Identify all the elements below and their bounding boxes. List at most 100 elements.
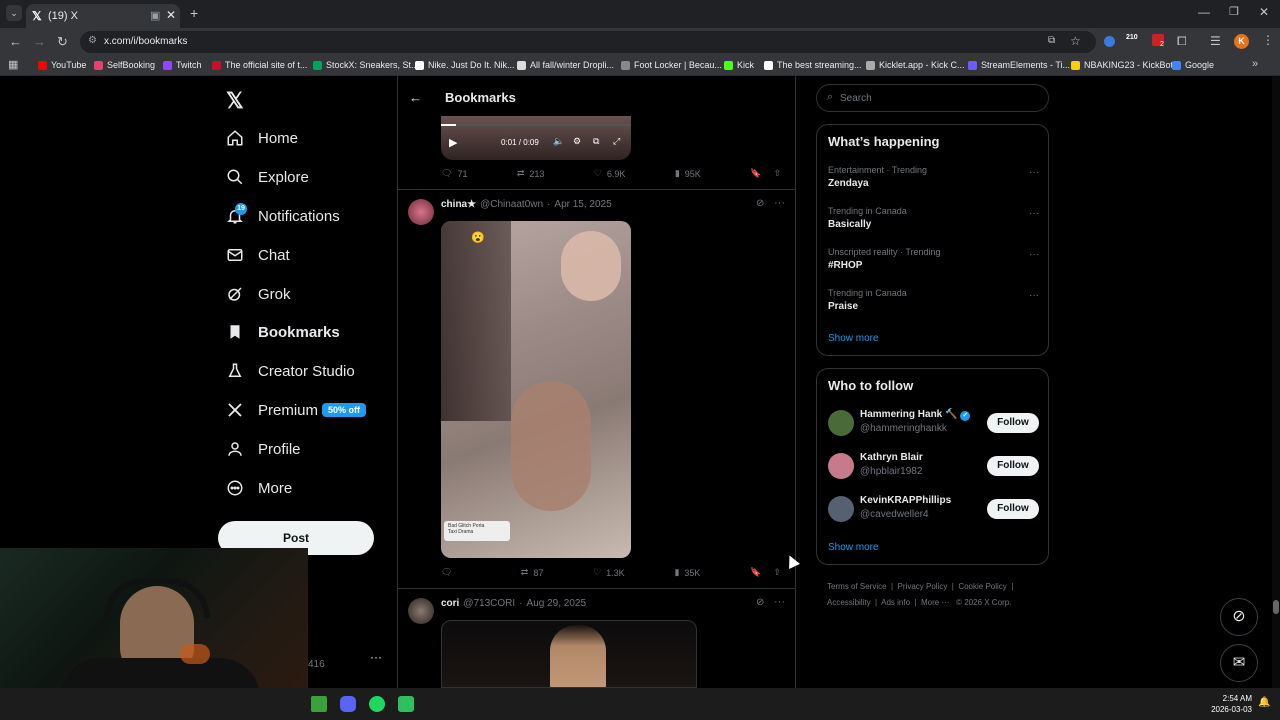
discord-icon[interactable] <box>340 696 356 712</box>
extensions-puzzle-icon[interactable]: ⧠ <box>1177 34 1187 49</box>
share-icon[interactable]: ⇧ <box>773 567 781 578</box>
fullscreen-icon[interactable]: ⤢ <box>613 136 620 147</box>
trend-item[interactable]: Entertainment · Trending Zendaya ··· <box>828 165 1039 189</box>
extension-badge[interactable]: 210 <box>1126 34 1138 41</box>
repost-button[interactable]: ⇄ 87 <box>521 567 544 578</box>
like-button[interactable]: ♡ 1.3K <box>593 567 625 578</box>
browser-tab[interactable]: 𝕏 (19) X ▣ ✕ <box>26 4 180 28</box>
repost-button[interactable]: ⇄ 213 <box>517 168 545 179</box>
trend-more-icon[interactable]: ··· <box>1029 290 1039 301</box>
avatar[interactable] <box>828 496 854 522</box>
footer-terms[interactable]: Terms of Service <box>827 582 887 591</box>
clock-time[interactable]: 2:54 AM <box>1212 694 1252 703</box>
window-close-icon[interactable]: ✕ <box>1259 5 1269 19</box>
play-icon[interactable]: ▶ <box>449 136 457 149</box>
follow-button[interactable]: Follow <box>987 499 1039 519</box>
trend-item[interactable]: Trending in Canada Praise ··· <box>828 288 1039 312</box>
reply-button[interactable]: 🗨 <box>441 567 471 578</box>
tweet-date[interactable]: Aug 29, 2025 <box>527 598 587 609</box>
suggestion-name[interactable]: KevinKRAPPhillips <box>860 495 951 506</box>
sidebar-item-explore[interactable]: Explore <box>226 164 309 190</box>
bookmark-item[interactable]: StreamElements - Ti... <box>968 60 1070 70</box>
more-icon[interactable]: ··· <box>774 596 785 608</box>
tweet-image[interactable]: 😮 Bad Glitch Porta Taxi Drama <box>441 221 631 558</box>
follow-suggestion[interactable]: Kathryn Blair @hpblair1982 Follow <box>828 452 1039 482</box>
minimize-icon[interactable]: — <box>1198 5 1210 19</box>
new-tab-icon[interactable]: + <box>190 5 198 21</box>
sidebar-item-bookmarks[interactable]: Bookmarks <box>226 319 340 345</box>
follow-button[interactable]: Follow <box>987 413 1039 433</box>
notification-bell-icon[interactable]: 🔔 <box>1258 697 1270 708</box>
bookmark-item[interactable]: Kick <box>724 60 754 70</box>
tab-close-icon[interactable]: ✕ <box>166 8 176 22</box>
pip-icon[interactable]: ⧉ <box>593 136 599 147</box>
apps-grid-icon[interactable]: ▦ <box>8 58 18 71</box>
views-button[interactable]: ▮ 95K <box>675 168 701 179</box>
trend-more-icon[interactable]: ··· <box>1029 167 1039 178</box>
reading-list-icon[interactable]: ☰ <box>1210 34 1221 48</box>
avatar[interactable] <box>828 453 854 479</box>
footer-more[interactable]: More ··· <box>921 598 949 607</box>
sidebar-item-profile[interactable]: Profile <box>226 436 301 462</box>
suggestion-name[interactable]: Hammering Hank 🔨 ✓ <box>860 409 971 421</box>
bookmark-item[interactable]: Nike. Just Do It. Nik... <box>415 60 515 70</box>
bookmark-item[interactable]: NBAKING23 - KickBot <box>1071 60 1173 70</box>
bookmark-item[interactable]: Twitch <box>163 60 202 70</box>
trend-more-icon[interactable]: ··· <box>1029 249 1039 260</box>
scrollbar[interactable] <box>1272 76 1280 688</box>
bookmark-item[interactable]: YouTube <box>38 60 86 70</box>
tweet-date[interactable]: Apr 15, 2025 <box>554 199 611 210</box>
bookmark-item[interactable]: Google <box>1172 60 1214 70</box>
profile-avatar[interactable]: K <box>1234 34 1249 49</box>
video-progress-bar[interactable] <box>441 124 631 126</box>
sidebar-item-creator-studio[interactable]: Creator Studio <box>226 358 355 384</box>
suggestion-name[interactable]: Kathryn Blair <box>860 452 923 463</box>
bookmark-item[interactable]: All fall/winter Dropli... <box>517 60 614 70</box>
back-arrow-icon[interactable]: ← <box>409 90 422 105</box>
footer-cookie[interactable]: Cookie Policy <box>958 582 1006 591</box>
avatar[interactable] <box>408 598 434 624</box>
bookmark-filled-icon[interactable]: 🔖 <box>750 567 761 578</box>
author-name[interactable]: china★ <box>441 199 476 210</box>
bookmark-filled-icon[interactable]: 🔖 <box>750 168 761 179</box>
bookmark-item[interactable]: The official site of t... <box>212 60 307 70</box>
sidebar-item-home[interactable]: Home <box>226 125 298 151</box>
cast-icon[interactable]: ⧉ <box>1048 35 1055 46</box>
bookmark-item[interactable]: StockX: Sneakers, St... <box>313 60 419 70</box>
site-info-icon[interactable]: ⚙ <box>88 35 97 46</box>
account-more-icon[interactable]: ··· <box>370 650 382 664</box>
volume-icon[interactable]: 🔈 <box>553 136 564 147</box>
bookmark-item[interactable]: The best streaming... <box>764 60 862 70</box>
address-bar[interactable]: ⚙ x.com/i/bookmarks ⧉ ☆ <box>80 31 1096 53</box>
spotify-icon[interactable] <box>369 696 385 712</box>
views-button[interactable]: ▮ 35K <box>674 567 700 578</box>
follow-button[interactable]: Follow <box>987 456 1039 476</box>
grok-icon[interactable]: ⊘ <box>756 198 764 209</box>
share-icon[interactable]: ⇧ <box>773 168 781 179</box>
author-handle[interactable]: @713CORI <box>463 598 515 609</box>
grok-fab-icon[interactable]: ⊘ <box>1220 598 1258 636</box>
sidebar-item-grok[interactable]: Grok <box>226 281 291 307</box>
chrome-menu-icon[interactable]: ⋮ <box>1262 33 1274 47</box>
footer-accessibility[interactable]: Accessibility <box>827 598 871 607</box>
grok-icon[interactable]: ⊘ <box>756 597 764 608</box>
trend-item[interactable]: Trending in Canada Basically ··· <box>828 206 1039 230</box>
avatar[interactable] <box>408 199 434 225</box>
scrollbar-thumb[interactable] <box>1273 600 1279 614</box>
messages-fab-icon[interactable]: ✉ <box>1220 644 1258 682</box>
tab-media-icon[interactable]: ▣ <box>150 9 160 22</box>
trends-show-more[interactable]: Show more <box>828 333 879 344</box>
tab-search-button[interactable]: ⌄ <box>6 5 22 21</box>
bookmark-item[interactable]: Foot Locker | Becau... <box>621 60 722 70</box>
back-icon[interactable]: ← <box>9 34 22 49</box>
trend-more-icon[interactable]: ··· <box>1029 208 1039 219</box>
app-icon[interactable] <box>398 696 414 712</box>
reload-icon[interactable]: ↻ <box>57 34 68 50</box>
bookmark-item[interactable]: Kicklet.app - Kick C... <box>866 60 965 70</box>
trend-item[interactable]: Unscripted reality · Trending #RHOP ··· <box>828 247 1039 271</box>
extension-icon[interactable] <box>1104 36 1115 47</box>
tweet-image[interactable] <box>441 620 697 688</box>
forward-icon[interactable]: → <box>33 34 46 49</box>
restore-icon[interactable]: ❐ <box>1229 5 1239 18</box>
sidebar-item-chat[interactable]: Chat <box>226 242 290 268</box>
